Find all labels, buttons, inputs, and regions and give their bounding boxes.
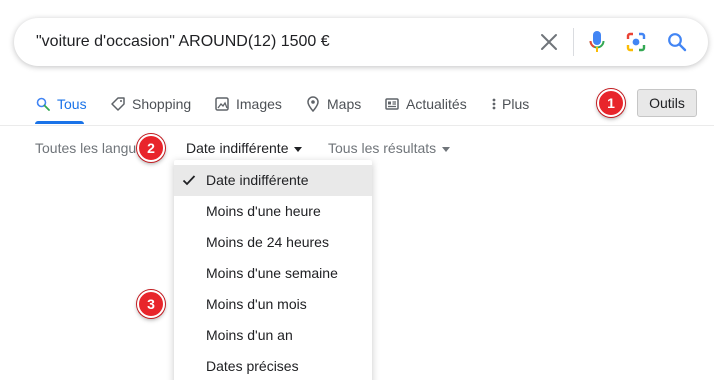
menu-item-date-indifferente[interactable]: Date indifférente xyxy=(174,165,372,196)
menu-item-label: Moins d'une heure xyxy=(206,203,321,219)
microphone-icon[interactable] xyxy=(585,30,609,54)
tab-label: Shopping xyxy=(132,96,192,112)
results-filter-label: Tous les résultats xyxy=(328,140,437,156)
caret-down-icon xyxy=(442,146,451,152)
close-icon[interactable] xyxy=(537,30,561,54)
tab-tous[interactable]: Tous xyxy=(35,82,87,126)
news-icon xyxy=(384,96,400,112)
tab-maps[interactable]: Maps xyxy=(305,82,361,126)
tab-label: Tous xyxy=(57,96,87,112)
language-filter-label: Toutes les langues xyxy=(35,140,151,156)
date-filter[interactable]: Date indifférente xyxy=(186,138,303,158)
menu-item-label: Date indifférente xyxy=(206,172,309,188)
menu-item-moins-une-heure[interactable]: Moins d'une heure xyxy=(174,196,372,227)
menu-item-label: Moins d'une semaine xyxy=(206,265,338,281)
step-marker-3: 3 xyxy=(137,290,165,318)
menu-item-moins-une-semaine[interactable]: Moins d'une semaine xyxy=(174,258,372,289)
map-pin-icon xyxy=(305,96,321,112)
search-icon xyxy=(35,96,51,112)
more-vert-icon xyxy=(490,96,498,112)
tools-button[interactable]: Outils xyxy=(637,89,697,117)
tab-plus[interactable]: Plus xyxy=(490,82,529,126)
tab-shopping[interactable]: Shopping xyxy=(110,82,191,126)
menu-item-moins-un-an[interactable]: Moins d'un an xyxy=(174,320,372,351)
active-tab-indicator xyxy=(35,121,84,124)
camera-lens-icon[interactable] xyxy=(624,30,648,54)
menu-item-label: Moins d'un an xyxy=(206,327,293,343)
step-marker-2: 2 xyxy=(137,134,165,162)
image-icon xyxy=(214,96,230,112)
results-filter[interactable]: Tous les résultats xyxy=(328,138,451,158)
menu-item-label: Moins de 24 heures xyxy=(206,234,329,250)
tab-label: Maps xyxy=(327,96,362,112)
menu-item-dates-precises[interactable]: Dates précises xyxy=(174,351,372,380)
menu-item-label: Dates précises xyxy=(206,358,299,374)
checkmark-icon xyxy=(182,175,196,186)
tag-icon xyxy=(110,96,126,112)
search-icon[interactable] xyxy=(665,30,689,54)
tab-label: Images xyxy=(236,96,282,112)
tab-actualites[interactable]: Actualités xyxy=(384,82,467,126)
menu-item-moins-un-mois[interactable]: Moins d'un mois xyxy=(174,289,372,320)
step-marker-1: 1 xyxy=(597,89,625,117)
search-input[interactable]: "voiture d'occasion" AROUND(12) 1500 € xyxy=(36,18,330,66)
date-dropdown-menu: Date indifférente Moins d'une heure Moin… xyxy=(174,160,372,380)
tab-label: Actualités xyxy=(406,96,467,112)
tabs-divider xyxy=(0,125,714,126)
search-bar-separator xyxy=(573,28,574,56)
tab-label: Plus xyxy=(502,96,530,112)
menu-item-moins-24-heures[interactable]: Moins de 24 heures xyxy=(174,227,372,258)
search-bar[interactable]: "voiture d'occasion" AROUND(12) 1500 € xyxy=(14,18,708,66)
menu-item-label: Moins d'un mois xyxy=(206,296,307,312)
tab-images[interactable]: Images xyxy=(214,82,282,126)
caret-down-icon xyxy=(294,146,303,152)
date-filter-label: Date indifférente xyxy=(186,140,289,156)
